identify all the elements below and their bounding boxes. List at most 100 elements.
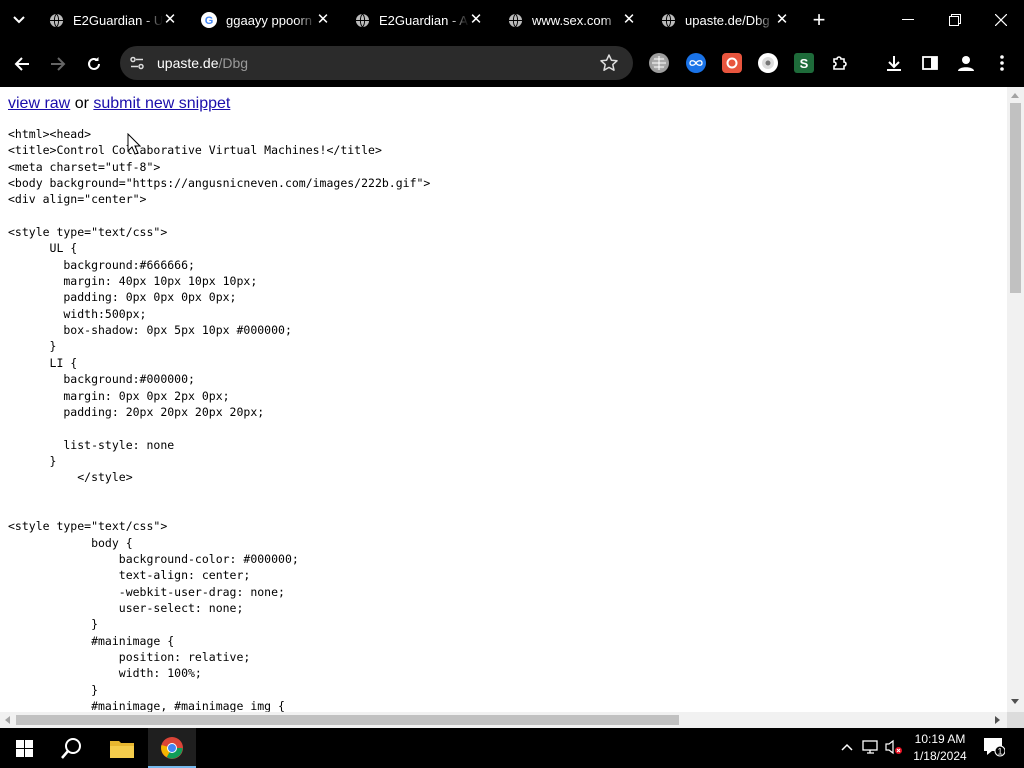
- code-line: <body background="https://angusnicneven.…: [8, 176, 431, 191]
- tab-search-chevron-icon[interactable]: [9, 11, 29, 29]
- close-window-icon[interactable]: [989, 8, 1013, 32]
- bookmark-star-icon[interactable]: [599, 53, 619, 73]
- profile-avatar-icon[interactable]: [956, 53, 976, 73]
- reload-icon[interactable]: [82, 52, 106, 76]
- code-line: #mainimage, #mainimage img {: [8, 699, 285, 712]
- browser-menu-icon[interactable]: [992, 53, 1012, 73]
- code-line: <title>Control Collaborative Virtual Mac…: [8, 143, 382, 158]
- code-line: <div align="center">: [8, 192, 147, 207]
- minimize-icon[interactable]: [896, 8, 920, 32]
- horizontal-scroll-thumb[interactable]: [16, 715, 679, 725]
- or-text: or: [74, 95, 89, 112]
- code-line: <meta charset="utf-8">: [8, 159, 161, 174]
- url-path: /Dbg: [218, 55, 249, 71]
- close-tab-icon[interactable]: ✕: [621, 12, 637, 28]
- back-arrow-icon[interactable]: [10, 52, 34, 76]
- close-tab-icon[interactable]: ✕: [315, 12, 331, 28]
- close-tab-icon[interactable]: ✕: [774, 12, 790, 28]
- search-icon[interactable]: [48, 728, 96, 768]
- globe-icon: [507, 12, 523, 28]
- file-explorer-icon[interactable]: [98, 728, 146, 768]
- code-line: <html><head>: [8, 127, 92, 141]
- restore-icon[interactable]: [943, 8, 967, 32]
- scroll-up-arrow-icon[interactable]: [1011, 93, 1019, 98]
- tab-google-search[interactable]: G ggaayy ppoorn ✕: [201, 5, 331, 35]
- code-line: }: [8, 453, 57, 468]
- code-line: #mainimage {: [8, 633, 175, 648]
- tab-e2guardian-2[interactable]: E2Guardian - A ✕: [354, 5, 484, 35]
- volume-muted-icon[interactable]: [885, 738, 903, 756]
- network-icon[interactable]: [862, 738, 880, 756]
- url-host: upaste.de: [157, 55, 219, 71]
- submit-new-snippet-link[interactable]: submit new snippet: [93, 95, 230, 112]
- new-tab-plus-icon[interactable]: +: [808, 9, 830, 31]
- scroll-left-arrow-icon[interactable]: [5, 716, 10, 724]
- infinity-extension-icon[interactable]: [686, 53, 706, 73]
- code-line: background:#000000;: [8, 372, 195, 387]
- close-tab-icon[interactable]: ✕: [162, 12, 178, 28]
- code-line: width: 100%;: [8, 666, 202, 681]
- code-line: LI {: [8, 355, 78, 370]
- windows-taskbar: 10:19 AM 1/18/2024 1: [0, 728, 1024, 768]
- side-panel-icon[interactable]: [920, 53, 940, 73]
- globe-extension-icon[interactable]: [649, 53, 669, 73]
- google-icon: G: [201, 12, 217, 28]
- site-settings-icon[interactable]: [129, 55, 145, 71]
- code-line: body {: [8, 535, 133, 550]
- windows-start-icon[interactable]: [0, 728, 48, 768]
- vertical-scrollbar[interactable]: [1007, 87, 1024, 712]
- code-line: }: [8, 339, 57, 354]
- show-hidden-icons-chevron-icon[interactable]: [838, 738, 856, 756]
- vertical-scroll-thumb[interactable]: [1010, 103, 1021, 293]
- notification-center-icon[interactable]: 1: [982, 738, 1006, 757]
- scroll-right-arrow-icon[interactable]: [995, 716, 1000, 724]
- forward-arrow-icon: [46, 52, 70, 76]
- code-line: background-color: #000000;: [8, 551, 299, 566]
- scrollbar-corner: [1007, 712, 1024, 728]
- code-line: width:500px;: [8, 306, 147, 321]
- scroll-down-arrow-icon[interactable]: [1011, 699, 1019, 704]
- snippet-links: view raw or submit new snippet: [8, 95, 230, 113]
- view-raw-link[interactable]: view raw: [8, 95, 70, 112]
- download-icon[interactable]: [884, 53, 904, 73]
- code-line: UL {: [8, 241, 78, 256]
- code-line: margin: 40px 10px 10px 10px;: [8, 274, 258, 289]
- tab-title: E2Guardian - U: [73, 12, 163, 28]
- code-line: list-style: none: [8, 437, 175, 452]
- code-line: }: [8, 617, 99, 632]
- code-line: </style>: [8, 470, 133, 485]
- chrome-taskbar-icon[interactable]: [148, 728, 196, 768]
- close-tab-icon[interactable]: ✕: [468, 12, 484, 28]
- system-clock[interactable]: 10:19 AM 1/18/2024: [905, 731, 975, 765]
- globe-icon: [48, 12, 64, 28]
- code-line: <style type="text/css">: [8, 225, 168, 240]
- horizontal-scrollbar[interactable]: [0, 712, 1007, 728]
- page-content: view raw or submit new snippet <html><he…: [0, 87, 1007, 712]
- globe-icon: [354, 12, 370, 28]
- clock-time: 10:19 AM: [914, 732, 966, 746]
- tab-e2guardian-1[interactable]: E2Guardian - U ✕: [48, 5, 178, 35]
- code-line: margin: 0px 0px 2px 0px;: [8, 388, 230, 403]
- url-text: upaste.de/Dbg: [157, 55, 248, 71]
- tab-sex-com[interactable]: www.sex.com ✕: [507, 5, 637, 35]
- code-line: padding: 0px 0px 0px 0px;: [8, 290, 237, 305]
- tab-title: ggaayy ppoorn: [226, 12, 313, 28]
- code-line: <style type="text/css">: [8, 519, 168, 534]
- puzzle-extensions-icon[interactable]: [830, 53, 850, 73]
- tab-upaste-active[interactable]: upaste.de/Dbg ✕: [660, 5, 790, 35]
- address-bar[interactable]: upaste.de/Dbg: [120, 46, 633, 80]
- code-line: position: relative;: [8, 650, 251, 664]
- record-extension-icon[interactable]: [722, 53, 742, 73]
- code-line: user-select: none;: [8, 600, 244, 615]
- tab-title: E2Guardian - A: [379, 12, 468, 28]
- code-line: background:#666666;: [8, 257, 195, 272]
- tab-title: www.sex.com: [532, 12, 612, 28]
- code-line: }: [8, 682, 99, 697]
- s-extension-icon[interactable]: S: [794, 53, 814, 73]
- code-line: text-align: center;: [8, 568, 251, 583]
- notification-count: 1: [997, 747, 1002, 757]
- chrome-extension-icon[interactable]: [758, 53, 778, 73]
- code-snippet: <html><head> <title>Control Collaborativ…: [8, 126, 430, 712]
- code-line: padding: 20px 20px 20px 20px;: [8, 404, 265, 419]
- code-line: box-shadow: 0px 5px 10px #000000;: [8, 323, 292, 338]
